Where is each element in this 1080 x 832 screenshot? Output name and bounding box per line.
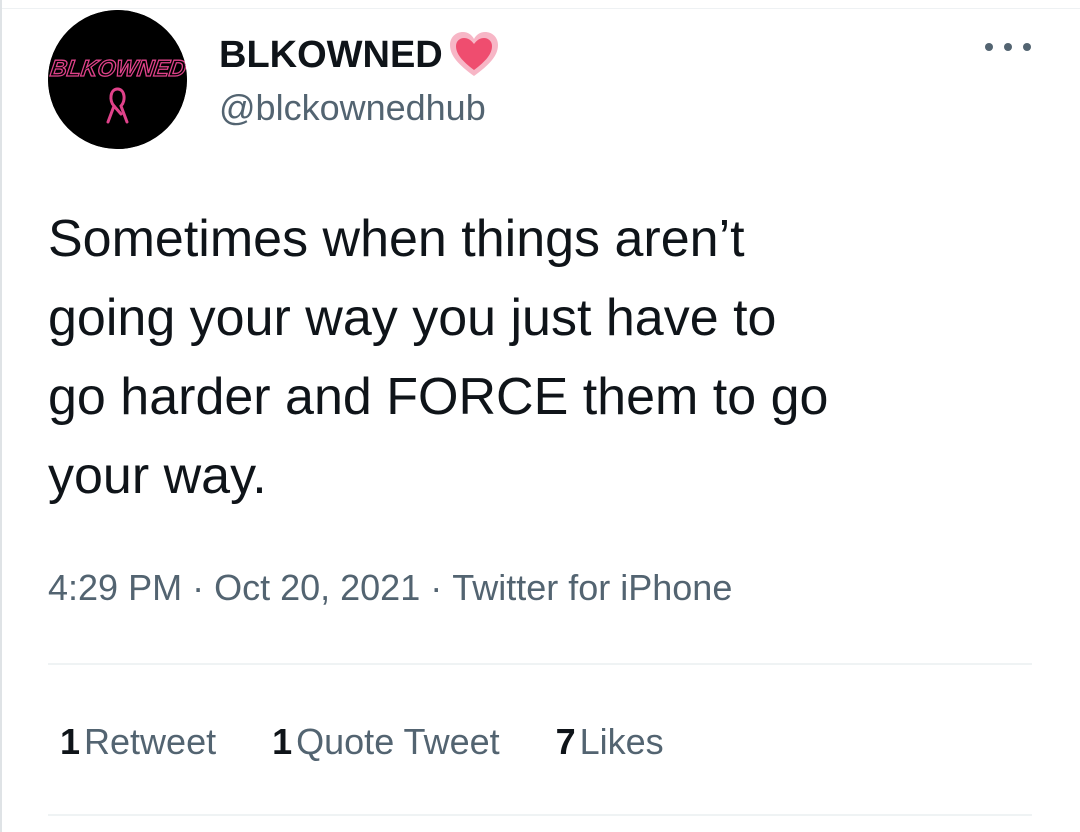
left-edge [0,0,2,832]
tweet-text-line: going your way you just have to [48,289,777,347]
meta-separator: · [430,567,443,608]
display-name[interactable]: BLKOWNED [219,30,501,80]
quote-tweet-count: 1 [272,721,293,762]
user-handle[interactable]: @blckownedhub [219,88,486,128]
meta-separator: · [192,567,205,608]
tweet-text-line: go harder and FORCE them to go [48,368,829,426]
quote-tweet-label: Quote Tweet [296,721,500,762]
retweet-label: Retweet [84,721,217,762]
tweet-source[interactable]: Twitter for iPhone [452,567,732,608]
like-count: 7 [555,721,576,762]
more-dot [1023,43,1031,51]
top-edge [0,0,1080,9]
tweet-time[interactable]: 4:29 PM [48,567,182,608]
divider [48,814,1032,816]
more-options-icon[interactable] [985,34,1031,60]
quote-tweets-stat[interactable]: 1 Quote Tweet [272,720,500,764]
avatar[interactable]: BLKOWNED [48,10,187,149]
avatar-logo-text: BLKOWNED [49,55,187,81]
tweet-stats: 1 Retweet 1 Quote Tweet 7 Likes [60,720,720,764]
retweets-stat[interactable]: 1 Retweet [60,720,216,764]
tweet-text-line: your way. [48,447,267,505]
more-dot [985,43,993,51]
tweet-text-line: Sometimes when things aren’t [48,210,745,268]
display-name-text: BLKOWNED [219,34,443,76]
tweet-metadata: 4:29 PM · Oct 20, 2021 · Twitter for iPhone [48,566,732,610]
tweet-text: Sometimes when things aren’t going your … [48,200,1048,516]
likes-stat[interactable]: 7 Likes [556,720,664,764]
more-dot [1004,43,1012,51]
divider [48,663,1032,665]
avatar-image: BLKOWNED [48,10,187,149]
tweet-date[interactable]: Oct 20, 2021 [214,567,420,608]
sparkling-heart-icon [447,30,501,80]
retweet-count: 1 [60,721,81,762]
like-label: Likes [579,721,664,762]
